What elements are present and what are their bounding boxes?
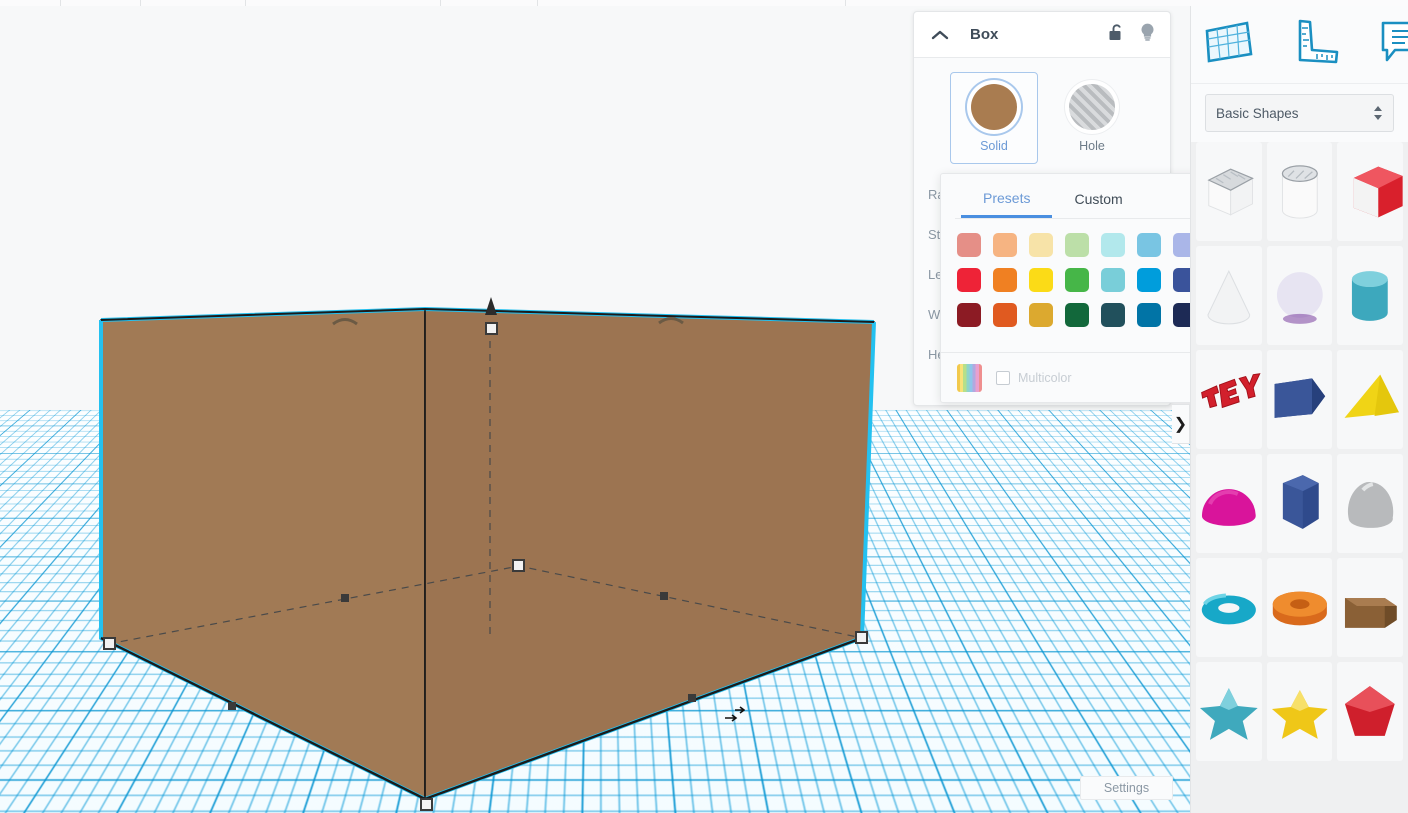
solid-option-button[interactable]: Solid (950, 72, 1038, 164)
unlock-icon[interactable] (1108, 23, 1125, 47)
color-swatch-8c1b24[interactable] (957, 303, 981, 327)
workplane-icon[interactable] (1203, 18, 1255, 71)
midpoint-handle-front-right[interactable] (688, 694, 696, 702)
shape-item-red-box[interactable] (1337, 142, 1403, 241)
color-swatch-009ddc[interactable] (1137, 268, 1161, 292)
shape-item-hole-box[interactable] (1196, 142, 1262, 241)
shape-item-teal-cylinder[interactable] (1337, 246, 1403, 345)
shape-item-white-cone[interactable] (1196, 246, 1262, 345)
tab-custom[interactable]: Custom (1052, 191, 1144, 218)
shape-item-red-text[interactable] (1196, 350, 1262, 449)
tab-presets[interactable]: Presets (961, 190, 1053, 218)
box-face-right[interactable] (424, 308, 875, 801)
color-swatch-79c5e3[interactable] (1137, 233, 1161, 257)
settings-button[interactable]: Settings (1080, 776, 1173, 800)
shape-item-cyan-torus[interactable] (1196, 558, 1262, 657)
shape-item-orange-tube[interactable] (1266, 558, 1333, 657)
hole-hatch-icon[interactable] (1069, 83, 1115, 130)
hole-label: Hole (1079, 138, 1105, 153)
color-swatch-f6b482[interactable] (993, 233, 1017, 257)
solid-color-swatch-icon[interactable] (971, 83, 1017, 130)
shape-item-teal-star[interactable] (1196, 662, 1262, 761)
color-swatch-fbdb17[interactable] (1029, 268, 1053, 292)
library-select-wrap: Basic Shapes (1191, 84, 1408, 142)
midpoint-handle-left[interactable] (341, 594, 349, 602)
shape-library-grid[interactable] (1191, 142, 1408, 766)
shape-library-select[interactable]: Basic Shapes (1205, 94, 1394, 132)
color-swatch-0174a6[interactable] (1137, 303, 1161, 327)
lightbulb-icon[interactable] (1139, 22, 1156, 47)
shape-item-grey-cone[interactable] (1337, 454, 1403, 553)
color-swatch-79ced9[interactable] (1101, 268, 1125, 292)
chevron-updown-icon[interactable] (1373, 105, 1383, 121)
multicolor-checkbox[interactable] (996, 370, 1010, 385)
color-swatch-46b648[interactable] (1065, 268, 1089, 292)
resize-handle-bottom-left[interactable] (103, 637, 116, 650)
app-root: Box Solid Hole Presets Custom Multicolor… (0, 0, 1408, 813)
color-swatch-21505c[interactable] (1101, 303, 1125, 327)
midpoint-handle-right[interactable] (660, 592, 668, 600)
inspector-header: Box (914, 12, 1170, 58)
multicolor-label: Multicolor (1018, 370, 1072, 385)
shape-item-brown-halfcyl[interactable] (1337, 558, 1403, 657)
height-arrow-handle[interactable] (485, 297, 497, 315)
move-cursor-icon (725, 706, 745, 722)
color-swatch-12683b[interactable] (1065, 303, 1089, 327)
shape-item-blue-wedge[interactable] (1266, 350, 1333, 449)
color-swatch-ee2337[interactable] (957, 268, 981, 292)
chevron-right-icon[interactable]: ❯ (1172, 404, 1190, 444)
shape-item-magenta-dome[interactable] (1196, 454, 1262, 553)
color-swatch-e05a20[interactable] (993, 303, 1017, 327)
color-swatch-f7e3a8[interactable] (1029, 233, 1053, 257)
rainbow-swatch-icon[interactable] (957, 363, 982, 392)
color-swatch-dca92f[interactable] (1029, 303, 1053, 327)
solid-hole-selector[interactable]: Solid Hole (914, 58, 1170, 170)
chevron-up-icon[interactable] (928, 23, 952, 47)
shape-item-blue-polygon[interactable] (1266, 454, 1333, 553)
midpoint-handle-front-left[interactable] (228, 702, 236, 710)
shape-item-yellow-star[interactable] (1266, 662, 1333, 761)
ruler-icon[interactable] (1291, 18, 1341, 71)
notes-icon[interactable] (1377, 18, 1408, 71)
canvas-tools-row[interactable] (1191, 6, 1408, 84)
library-select-value: Basic Shapes (1216, 105, 1299, 121)
shape-item-red-gem[interactable] (1337, 662, 1403, 761)
shape-item-purple-sphere[interactable] (1266, 246, 1333, 345)
resize-handle-center[interactable] (512, 559, 525, 572)
shape-item-hole-cylinder[interactable] (1266, 142, 1333, 241)
page-title: Box (970, 26, 999, 43)
resize-handle-bottom-right[interactable] (855, 631, 868, 644)
color-swatch-f08022[interactable] (993, 268, 1017, 292)
settings-label: Settings (1103, 781, 1150, 795)
resize-handle-top-center[interactable] (485, 322, 498, 335)
shape-item-yellow-pyramid[interactable] (1337, 350, 1403, 449)
color-swatch-b2e8ec[interactable] (1101, 233, 1125, 257)
color-swatch-e58f87[interactable] (957, 233, 981, 257)
box-face-left[interactable] (100, 308, 426, 801)
shapes-side-panel[interactable]: Basic Shapes (1190, 6, 1408, 813)
color-swatch-bcdfa8[interactable] (1065, 233, 1089, 257)
hole-option-button[interactable]: Hole (1048, 72, 1136, 164)
resize-handle-bottom-front[interactable] (420, 798, 433, 811)
solid-label: Solid (980, 138, 1008, 153)
